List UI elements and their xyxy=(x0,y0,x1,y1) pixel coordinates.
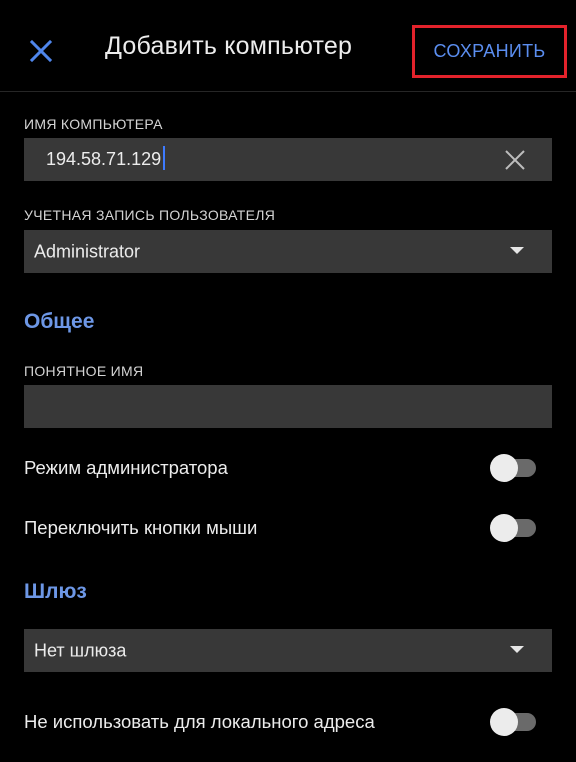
gateway-select[interactable]: Нет шлюза xyxy=(24,629,552,672)
chevron-down-icon xyxy=(510,247,524,254)
top-app-bar: Добавить компьютер СОХРАНИТЬ xyxy=(0,0,576,92)
toggle-thumb xyxy=(490,708,518,736)
user-account-value: Administrator xyxy=(34,241,141,261)
admin-mode-toggle[interactable] xyxy=(490,454,536,482)
bypass-local-label: Не использовать для локального адреса xyxy=(24,711,375,732)
page-title: Добавить компьютер xyxy=(105,32,353,60)
text-cursor xyxy=(163,145,166,170)
save-button[interactable]: СОХРАНИТЬ xyxy=(412,25,567,78)
toggle-thumb xyxy=(490,454,518,482)
swap-mouse-toggle[interactable] xyxy=(490,514,536,542)
chevron-down-icon xyxy=(510,646,524,653)
bypass-local-toggle[interactable] xyxy=(490,708,536,736)
toggle-thumb xyxy=(490,514,518,542)
computer-name-label: ИМЯ КОМПЬЮТЕРА xyxy=(24,116,163,132)
section-title-general: Общее xyxy=(24,310,95,333)
user-account-label: УЧЕТНАЯ ЗАПИСЬ ПОЛЬЗОВАТЕЛЯ xyxy=(24,207,276,223)
close-icon xyxy=(29,39,53,63)
friendly-name-label: ПОНЯТНОЕ ИМЯ xyxy=(24,363,144,379)
friendly-name-input[interactable] xyxy=(24,385,552,428)
computer-name-value: 194.58.71.129 xyxy=(46,148,162,169)
section-title-gateway: Шлюз xyxy=(24,580,87,603)
swap-mouse-label: Переключить кнопки мыши xyxy=(24,517,258,538)
admin-mode-label: Режим администратора xyxy=(24,457,228,478)
clear-icon[interactable] xyxy=(504,149,526,171)
close-button[interactable] xyxy=(22,32,60,70)
user-account-select[interactable]: Administrator xyxy=(24,230,552,273)
gateway-value: Нет шлюза xyxy=(34,640,127,660)
computer-name-input[interactable]: 194.58.71.129 xyxy=(24,138,552,181)
save-button-label: СОХРАНИТЬ xyxy=(433,41,546,61)
